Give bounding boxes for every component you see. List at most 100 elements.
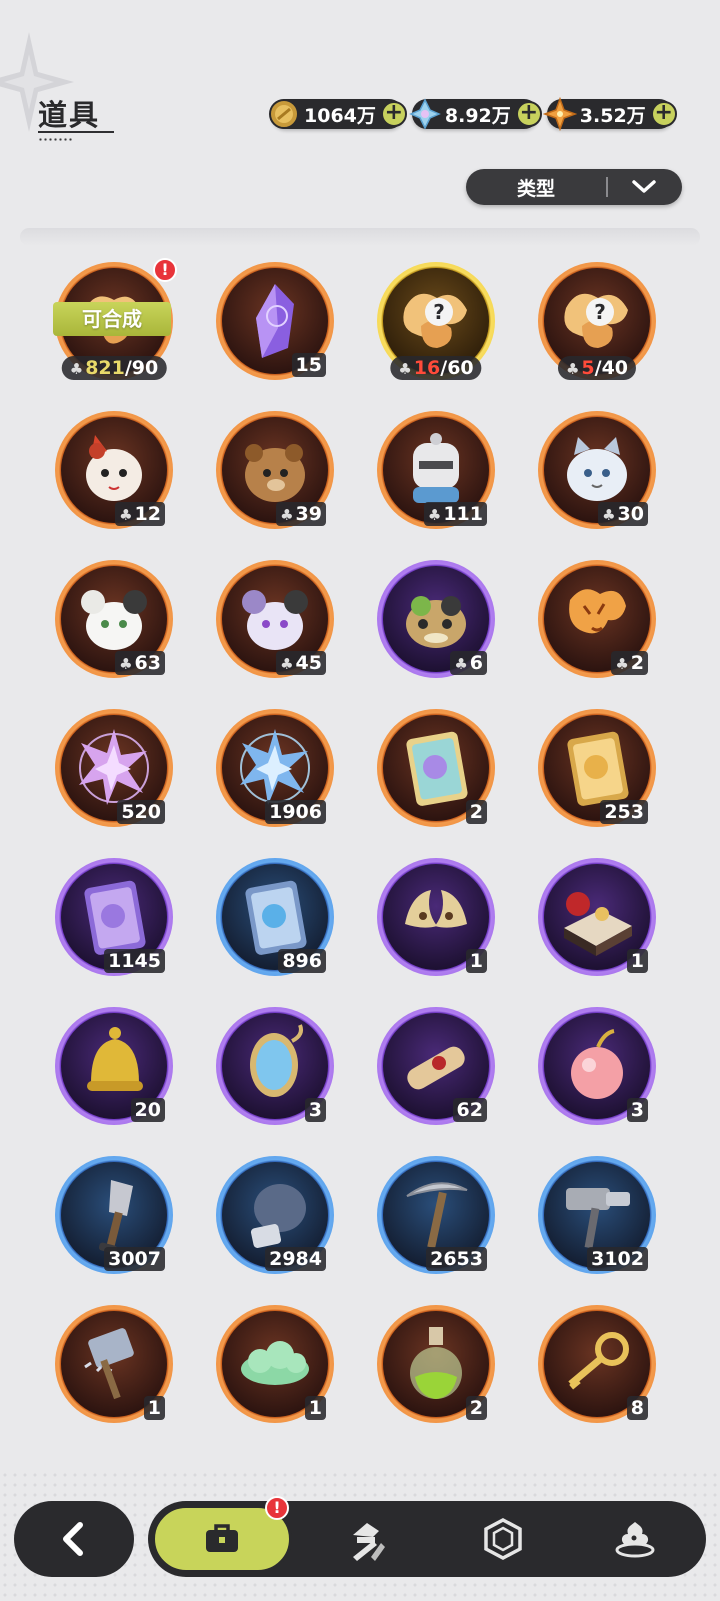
fragment-progress: ♣ 5/40	[557, 356, 637, 380]
item-count-value: 8	[630, 1397, 644, 1419]
item-slot-cat-fragment[interactable]: ♣ 30	[538, 411, 656, 529]
item-count-value: 1	[308, 1397, 322, 1419]
item-count: 1	[626, 949, 648, 973]
item-slot-gift-box[interactable]: 1	[538, 858, 656, 976]
item-count-value: 3102	[591, 1248, 644, 1270]
tab-equipment[interactable]	[300, 1505, 434, 1573]
fragment-need: /40	[594, 357, 629, 379]
item-slot-spiked-mallet[interactable]: 1	[55, 1305, 173, 1423]
item-slot-hammer[interactable]: 3102	[538, 1156, 656, 1274]
item-count: 2	[465, 1396, 487, 1420]
item-slot-frog-fragment[interactable]: ♣ 6	[377, 560, 495, 678]
item-slot-pickaxe[interactable]: 2653	[377, 1156, 495, 1274]
item-slot-purple-crystal[interactable]: 15	[216, 262, 334, 380]
item-count-value: 45	[295, 652, 322, 674]
item-count-value: 2	[630, 652, 644, 674]
item-slot-gold-card[interactable]: 253	[538, 709, 656, 827]
item-count: ♣ 12	[115, 502, 165, 526]
item-count-value: 20	[134, 1099, 161, 1121]
star-gem-icon	[542, 97, 577, 131]
page-title: 道具	[38, 98, 101, 132]
item-slot-gold-bell[interactable]: 20	[55, 1007, 173, 1125]
nav-tab-bar: !	[148, 1496, 706, 1577]
tab-bag[interactable]: !	[152, 1496, 292, 1573]
item-slot-mystery-puzzle-piece[interactable]: 可合成 ♣ 821/90!	[53, 258, 177, 380]
item-slot-magic-mirror[interactable]: 3	[216, 1007, 334, 1125]
item-slot-green-cloud[interactable]: 1	[216, 1305, 334, 1423]
item-count-value: 12	[134, 503, 161, 525]
currency-crystal-amount: 8.92万	[444, 104, 511, 127]
item-count: 896	[278, 949, 326, 973]
item-slot-white-mouse-fragment[interactable]: ♣ 63	[55, 560, 173, 678]
tab-food[interactable]	[568, 1505, 702, 1573]
item-slot-knight-fragment[interactable]: ♣ 111	[377, 411, 495, 529]
currency-star-gem: 3.52万 +	[542, 97, 677, 131]
item-count-value: 3	[630, 1099, 644, 1121]
item-slot-gold-key[interactable]: 8	[538, 1305, 656, 1423]
add-star-gem-button[interactable]: +	[650, 101, 677, 127]
item-count: 3	[304, 1098, 326, 1122]
item-slot-fox-mask-fragment[interactable]: ♣ 12	[55, 411, 173, 529]
item-count: 520	[117, 800, 165, 824]
add-crystal-button[interactable]: +	[515, 101, 542, 127]
item-slot-tiger-fragment[interactable]: ♣ 2	[538, 560, 656, 678]
tab-bag-alert-badge: !	[265, 1496, 289, 1520]
item-count-value: 3	[308, 1099, 322, 1121]
item-count: 1145	[104, 949, 165, 973]
hexagon-gem-icon	[484, 1518, 522, 1560]
item-count: 1906	[265, 800, 326, 824]
item-slot-gold-horns[interactable]: 1	[377, 858, 495, 976]
currency-gold: 1064万 +	[269, 99, 407, 129]
item-count-value: 1	[147, 1397, 161, 1419]
item-slot-scroll[interactable]: 62	[377, 1007, 495, 1125]
item-slot-shovel[interactable]: 3007	[55, 1156, 173, 1274]
puzzle-piece-icon: ♣	[119, 506, 133, 524]
item-slot-mystery-puzzle-orange[interactable]: ? ♣ 5/40	[538, 262, 656, 380]
puzzle-piece-icon: ♣	[398, 360, 412, 378]
currency-crystal: 8.92万 +	[409, 98, 542, 130]
item-count-value: 111	[443, 503, 483, 525]
item-count: 1	[465, 949, 487, 973]
item-count-value: 253	[604, 801, 644, 823]
item-count: 1	[143, 1396, 165, 1420]
item-slot-purple-mouse-fragment[interactable]: ♣ 45	[216, 560, 334, 678]
item-count-value: 1	[630, 950, 644, 972]
item-count: 1	[304, 1396, 326, 1420]
item-count-value: 1145	[108, 950, 161, 972]
svg-text:?: ?	[433, 300, 445, 324]
item-slot-blue-card[interactable]: 896	[216, 858, 334, 976]
item-count: ♣ 2	[611, 651, 648, 675]
add-gold-button[interactable]: +	[380, 101, 407, 127]
item-slot-pink-apple[interactable]: 3	[538, 1007, 656, 1125]
puzzle-piece-icon: ♣	[615, 655, 629, 673]
fragment-progress: ♣ 16/60	[390, 356, 482, 380]
title-underline	[38, 131, 114, 133]
item-slot-pink-star-crystal[interactable]: 520	[55, 709, 173, 827]
type-filter-dropdown[interactable]: 类型	[466, 169, 682, 205]
item-slot-bear-fragment[interactable]: ♣ 39	[216, 411, 334, 529]
item-slot-blue-star-crystal[interactable]: 1906	[216, 709, 334, 827]
item-slot-boxing-glove[interactable]: 2984	[216, 1156, 334, 1274]
puzzle-piece-icon: ♣	[565, 360, 580, 378]
item-slot-purple-card[interactable]: 1145	[55, 858, 173, 976]
item-count: 2	[465, 800, 487, 824]
item-count-value: 62	[456, 1099, 483, 1121]
item-count: 8	[626, 1396, 648, 1420]
type-filter-label: 类型	[516, 177, 555, 200]
item-slot-mystery-puzzle-gold[interactable]: ? ♣ 16/60	[377, 262, 495, 380]
puzzle-piece-icon: ♣	[427, 506, 442, 524]
item-count: ♣ 39	[276, 502, 326, 526]
item-slot-rainbow-card[interactable]: 2	[377, 709, 495, 827]
back-button[interactable]	[14, 1501, 134, 1577]
item-count: 2653	[426, 1247, 487, 1271]
item-count-value: 896	[282, 950, 322, 972]
item-count: ♣ 30	[598, 502, 648, 526]
item-count: 3	[626, 1098, 648, 1122]
item-count-value: 2984	[269, 1248, 322, 1270]
item-count-value: 2	[469, 801, 483, 823]
craftable-tag: 可合成	[53, 302, 171, 336]
puzzle-piece-icon: ♣	[454, 655, 468, 673]
fragment-have: 16	[413, 357, 441, 379]
tab-gems[interactable]	[436, 1505, 570, 1573]
item-slot-potion-bottle[interactable]: 2	[377, 1305, 495, 1423]
